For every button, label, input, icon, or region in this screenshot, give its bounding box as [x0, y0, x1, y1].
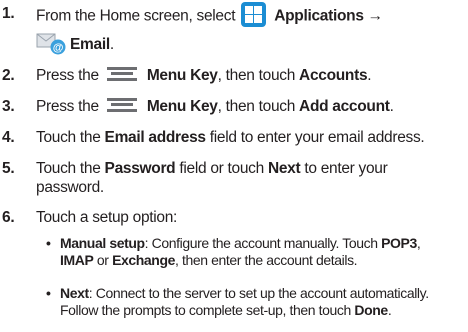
step-number: 5. — [2, 160, 15, 177]
step-text: Press the Menu Key, then touch Add accou… — [36, 97, 394, 115]
option-next: Next: Connect to the server to set up th… — [60, 285, 429, 318]
step-number: 2. — [2, 67, 15, 84]
applications-grid-icon — [241, 2, 267, 27]
step-number: 4. — [2, 129, 15, 146]
step-number: 1. — [2, 5, 15, 22]
step-number: 6. — [2, 209, 15, 226]
email-at-icon: @ — [36, 31, 68, 55]
bullet: • — [46, 235, 51, 251]
step-text: Touch a setup option: — [36, 209, 178, 226]
option-manual-setup: Manual setup: Configure the account manu… — [60, 235, 421, 268]
bullet: • — [46, 285, 51, 301]
svg-text:@: @ — [53, 42, 64, 54]
step-text: Touch the Email address field to enter y… — [36, 129, 425, 146]
step-text: From the Home screen, select Application… — [36, 2, 466, 29]
step-text: Touch the Password field or touch Next t… — [36, 160, 388, 196]
menu-key-icon — [106, 97, 137, 112]
menu-key-icon — [106, 66, 137, 81]
step-text: Press the Menu Key, then touch Accounts. — [36, 66, 372, 84]
step-number: 3. — [2, 98, 15, 115]
